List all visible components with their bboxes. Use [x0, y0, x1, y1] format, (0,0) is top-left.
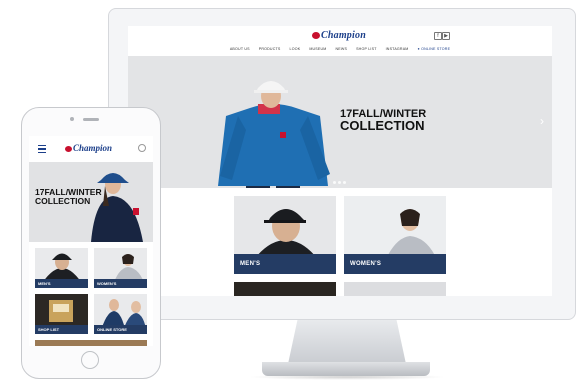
mobile-mens-label: MEN'S	[35, 279, 88, 288]
mobile-hero-title: 17FALL/WINTER COLLECTION	[35, 188, 102, 206]
champion-c-logo-icon	[65, 146, 72, 152]
mobile-womens-label: WOMEN'S	[94, 279, 147, 288]
mobile-hero-banner[interactable]: 17FALL/WINTER COLLECTION	[29, 162, 153, 242]
nav-online-store[interactable]: ● ONLINE STORE	[418, 47, 451, 51]
mobile-logo[interactable]: Champion	[65, 143, 112, 153]
carousel-dots[interactable]	[333, 181, 346, 184]
imac-stand	[288, 320, 406, 364]
desktop-tile-shop-list[interactable]	[234, 282, 336, 296]
phone-home-button[interactable]	[81, 351, 99, 369]
carousel-dot[interactable]	[343, 181, 346, 184]
mobile-next-banner[interactable]	[35, 340, 147, 346]
nav-look[interactable]: LOOK	[290, 47, 301, 51]
womens-label: WOMEN'S	[344, 254, 446, 274]
desktop-tile-online-store[interactable]	[344, 282, 446, 296]
carousel-dot[interactable]	[333, 181, 336, 184]
imac-base	[262, 362, 430, 376]
desktop-tile-mens[interactable]: MEN'S	[234, 196, 336, 274]
nav-products[interactable]: PRODUCTS	[259, 47, 281, 51]
desktop-tile-womens[interactable]: WOMEN'S	[344, 196, 446, 274]
mobile-tile-mens[interactable]: MEN'S	[35, 248, 88, 288]
nav-museum[interactable]: MUSEUM	[309, 47, 326, 51]
mobile-tile-shop-list[interactable]: SHOP LIST	[35, 294, 88, 334]
mens-label: MEN'S	[234, 254, 336, 274]
mobile-online-store-label: ONLINE STORE	[94, 325, 147, 334]
mobile-hero-title-line2: COLLECTION	[35, 196, 91, 206]
hamburger-menu-icon[interactable]	[38, 145, 46, 153]
desktop-hero-banner[interactable]: 17FALL/WINTER COLLECTION ›	[128, 56, 552, 188]
champion-c-logo-icon	[312, 32, 320, 39]
hero-title-line2: COLLECTION	[340, 118, 425, 133]
desktop-nav: ABOUT US PRODUCTS LOOK MUSEUM NEWS SHOP …	[128, 47, 552, 51]
desktop-hero-title: 17FALL/WINTER COLLECTION	[340, 108, 426, 132]
desktop-logo[interactable]: Champion	[312, 30, 366, 41]
mobile-tile-online-store[interactable]: ONLINE STORE	[94, 294, 147, 334]
nav-instagram[interactable]: INSTAGRAM	[386, 47, 409, 51]
chevron-right-icon[interactable]: ›	[540, 114, 544, 128]
desktop-website: Champion f ▶ ABOUT US PRODUCTS LOOK MUSE…	[128, 26, 552, 296]
mobile-tile-womens[interactable]: WOMEN'S	[94, 248, 147, 288]
desktop-logo-text: Champion	[321, 30, 366, 41]
nav-news[interactable]: NEWS	[335, 47, 347, 51]
mobile-website: Champion 17FALL/WINTER COLLECTION MEN'S	[29, 136, 153, 346]
phone-camera	[70, 117, 74, 121]
nav-shop-list[interactable]: SHOP LIST	[356, 47, 377, 51]
mobile-logo-text: Champion	[73, 143, 113, 153]
carousel-dot[interactable]	[338, 181, 341, 184]
mobile-header: Champion	[29, 136, 153, 162]
mobile-shop-list-label: SHOP LIST	[35, 325, 88, 334]
desktop-header: Champion f ▶ ABOUT US PRODUCTS LOOK MUSE…	[128, 26, 552, 56]
phone-speaker	[83, 118, 99, 121]
search-icon[interactable]	[138, 144, 146, 152]
youtube-icon[interactable]: ▶	[442, 32, 450, 40]
facebook-icon[interactable]: f	[434, 32, 442, 40]
nav-about-us[interactable]: ABOUT US	[230, 47, 250, 51]
